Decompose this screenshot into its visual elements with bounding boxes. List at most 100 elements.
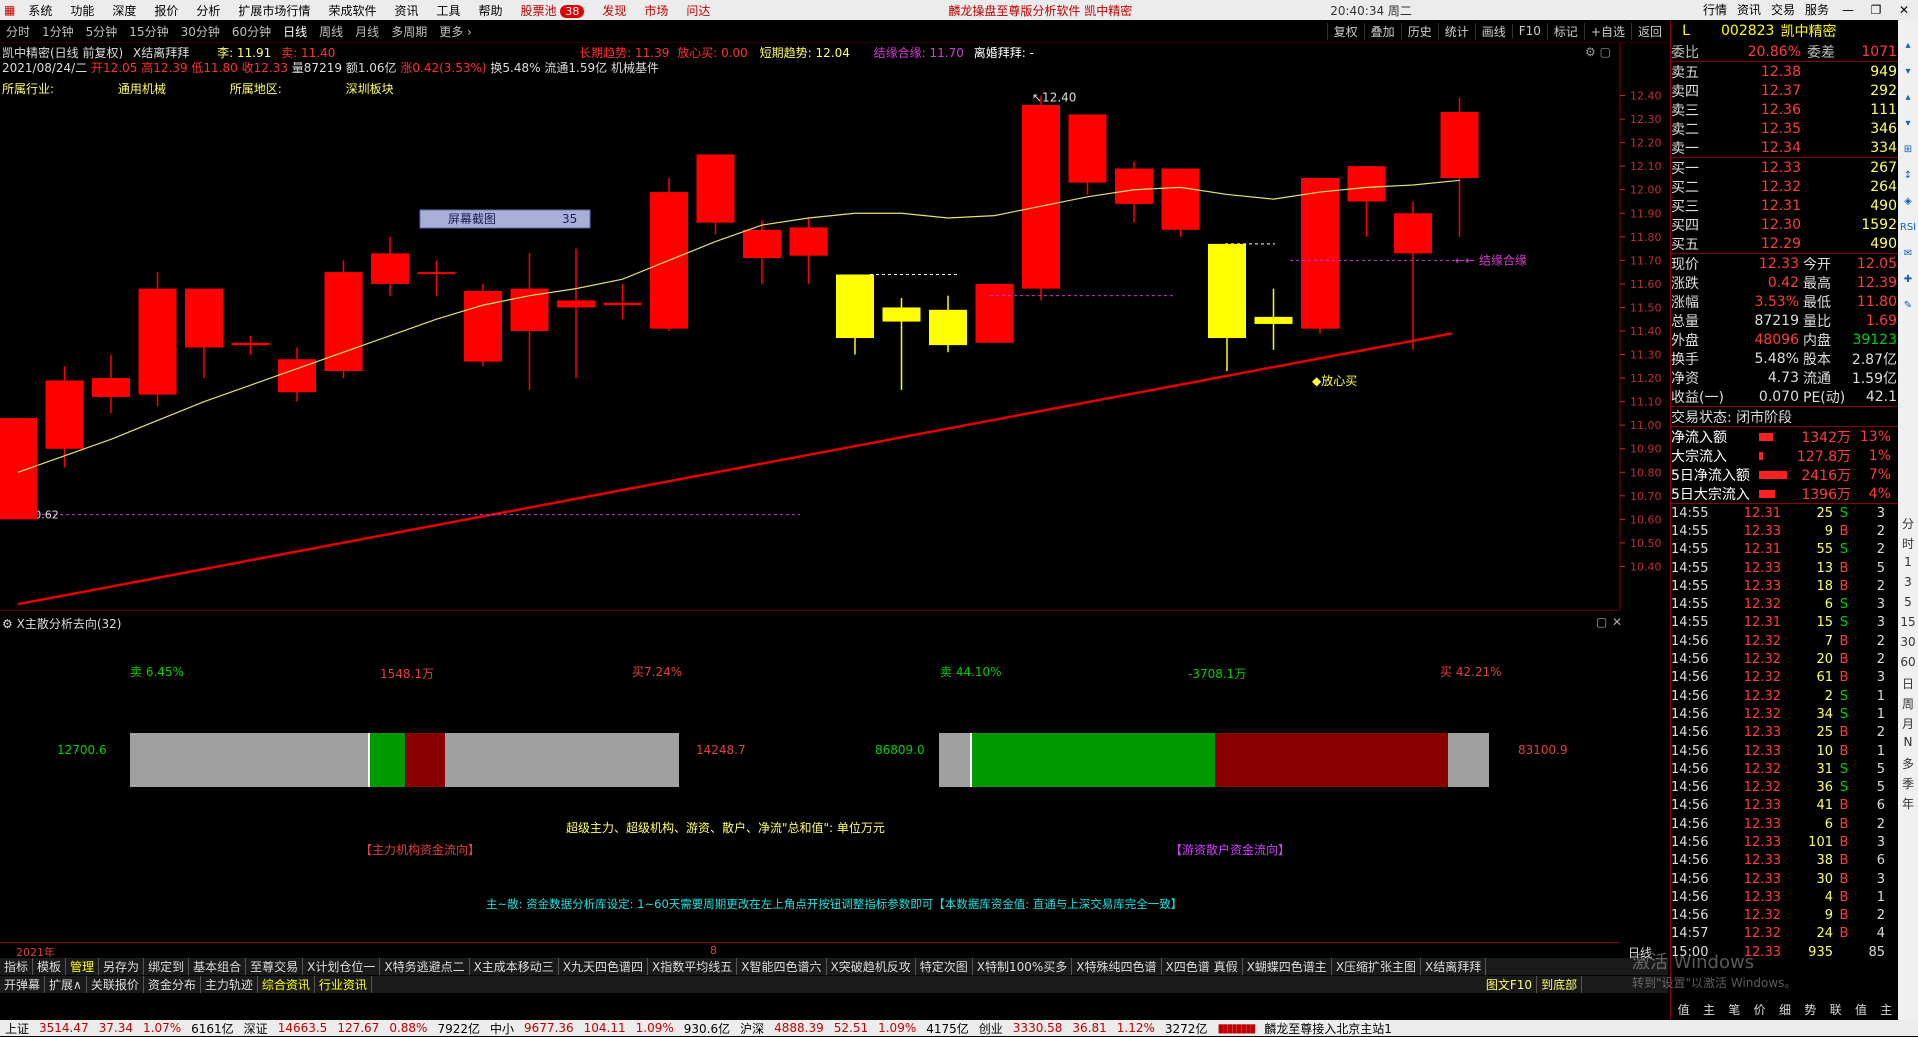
settings-icon[interactable]: ⚙ bbox=[2, 617, 13, 631]
tab[interactable]: X指数平均线五 bbox=[648, 958, 738, 975]
menu-item-help[interactable]: 帮助 bbox=[469, 2, 511, 19]
tab[interactable]: X九天四色谱四 bbox=[559, 958, 649, 975]
tick-tab[interactable]: 势 bbox=[1798, 1001, 1823, 1018]
period-tab[interactable]: 多周期 bbox=[385, 23, 433, 40]
menu-item-depth[interactable]: 深度 bbox=[103, 2, 145, 19]
tick-tab[interactable]: 主 bbox=[1696, 1001, 1721, 1018]
index-name[interactable]: 深证 bbox=[239, 1020, 273, 1037]
side-period-button[interactable]: 30 bbox=[1898, 635, 1918, 649]
tab[interactable]: 综合资讯 bbox=[258, 976, 315, 993]
menu-item-quote[interactable]: 报价 bbox=[145, 2, 187, 19]
candle-body[interactable] bbox=[882, 307, 921, 322]
screenshot-tooltip[interactable]: 屏幕截图 35 bbox=[419, 209, 591, 229]
minimize-icon[interactable]: — bbox=[1834, 0, 1862, 20]
tick-tab[interactable]: 价 bbox=[1747, 1001, 1772, 1018]
menu-item-software[interactable]: 荣成软件 bbox=[319, 2, 385, 19]
candle-body[interactable] bbox=[557, 300, 595, 308]
toolbar-icon[interactable]: ⊞ bbox=[1898, 144, 1918, 155]
toolbar-icon[interactable]: ▾ bbox=[1898, 66, 1918, 77]
candle-body[interactable] bbox=[324, 272, 363, 372]
period-tab[interactable]: 5分钟 bbox=[80, 23, 124, 40]
tab[interactable]: X压缩扩张主图 bbox=[1332, 958, 1422, 975]
index-name[interactable]: 创业 bbox=[974, 1020, 1008, 1037]
candle-body[interactable] bbox=[1208, 243, 1246, 339]
menu-item-tools[interactable]: 工具 bbox=[427, 2, 469, 19]
tick-tab[interactable]: 笔 bbox=[1722, 1001, 1747, 1018]
btn-service[interactable]: 服务 bbox=[1800, 0, 1834, 20]
candle-body[interactable] bbox=[1022, 104, 1060, 289]
side-period-button[interactable]: 多 bbox=[1898, 755, 1918, 772]
tab[interactable]: 指标 bbox=[0, 958, 34, 975]
tab[interactable]: X四色谱 真假 bbox=[1162, 958, 1243, 975]
period-tab[interactable]: 分时 bbox=[0, 23, 36, 40]
candle-body[interactable] bbox=[231, 342, 270, 346]
period-tab-daily[interactable]: 日线 bbox=[277, 23, 313, 40]
tick-tab[interactable]: 主 bbox=[1874, 1001, 1899, 1018]
tab[interactable]: X结离拜拜 bbox=[1421, 958, 1487, 975]
tab[interactable]: X主成本移动三 bbox=[470, 958, 559, 975]
candle-body[interactable] bbox=[603, 302, 642, 306]
tool-adjust[interactable]: 复权 bbox=[1326, 22, 1364, 40]
menu-item-extmarket[interactable]: 扩展市场行情 bbox=[229, 2, 319, 19]
candle-body[interactable] bbox=[417, 272, 456, 275]
tab[interactable]: X蝴蝶四色谱主 bbox=[1243, 958, 1332, 975]
side-period-button[interactable]: N bbox=[1898, 735, 1918, 749]
tab[interactable]: X智能四色谱六 bbox=[737, 958, 827, 975]
candle-body[interactable] bbox=[975, 283, 1014, 343]
toolbar-icon[interactable]: ✚ bbox=[1898, 274, 1918, 285]
toolbar-icon[interactable]: ↕ bbox=[1898, 170, 1918, 181]
close-panel-icon[interactable]: ✕ bbox=[1612, 615, 1622, 629]
candle-body[interactable] bbox=[836, 274, 874, 339]
period-tab[interactable]: 1分钟 bbox=[36, 23, 80, 40]
toolbar-icon[interactable]: ▴ bbox=[1898, 92, 1918, 103]
period-tab[interactable]: 30分钟 bbox=[175, 23, 226, 40]
tab[interactable]: X特务逃避点二 bbox=[380, 958, 470, 975]
tab[interactable]: 特定次图 bbox=[916, 958, 973, 975]
bid-row[interactable]: 买一 12.33 267 bbox=[1671, 158, 1899, 177]
candle-body[interactable] bbox=[464, 290, 502, 362]
tool-back[interactable]: 返回 bbox=[1630, 22, 1668, 40]
toolbar-icon[interactable]: ◈ bbox=[1898, 196, 1918, 207]
index-name[interactable]: 上证 bbox=[0, 1020, 34, 1037]
tab[interactable]: 另存为 bbox=[99, 958, 145, 975]
side-period-button[interactable]: 日 bbox=[1898, 675, 1918, 692]
close-icon[interactable]: ✕ bbox=[1890, 0, 1918, 20]
tool-stats[interactable]: 统计 bbox=[1437, 22, 1475, 40]
side-period-button[interactable]: 分 bbox=[1898, 515, 1918, 532]
candle-body[interactable] bbox=[1115, 168, 1153, 204]
menu-item-news[interactable]: 资讯 bbox=[385, 2, 427, 19]
to-bottom-button[interactable]: 到底部 bbox=[1537, 976, 1583, 993]
tool-overlay[interactable]: 叠加 bbox=[1363, 22, 1401, 40]
tick-tab[interactable]: 细 bbox=[1772, 1001, 1797, 1018]
side-period-button[interactable]: 时 bbox=[1898, 535, 1918, 552]
ask-row[interactable]: 卖一 12.34 334 bbox=[1671, 138, 1899, 157]
index-name[interactable]: 沪深 bbox=[735, 1020, 769, 1037]
bid-row[interactable]: 买三 12.31 490 bbox=[1671, 196, 1899, 215]
tool-add-watch[interactable]: +自选 bbox=[1583, 22, 1631, 40]
candle-body[interactable] bbox=[1347, 166, 1386, 202]
index-name[interactable]: 中小 bbox=[485, 1020, 519, 1037]
tab[interactable]: 主力轨迹 bbox=[201, 976, 258, 993]
btn-trade[interactable]: 交易 bbox=[1766, 0, 1800, 20]
tab[interactable]: X特殊纯四色谱 bbox=[1072, 958, 1162, 975]
side-period-button[interactable]: 季 bbox=[1898, 775, 1918, 792]
ask-row[interactable]: 卖三 12.36 111 bbox=[1671, 100, 1899, 119]
btn-market[interactable]: 行情 bbox=[1698, 0, 1732, 20]
candle-body[interactable] bbox=[92, 378, 130, 397]
tab[interactable]: 开弹幕 bbox=[0, 976, 46, 993]
toolbar-icon[interactable]: ✉ bbox=[1898, 248, 1918, 259]
tab[interactable]: X特制100%买多 bbox=[973, 958, 1073, 975]
side-period-button[interactable]: 周 bbox=[1898, 695, 1918, 712]
bid-row[interactable]: 买四 12.30 1592 bbox=[1671, 215, 1899, 234]
candle-body[interactable] bbox=[789, 227, 828, 256]
tab[interactable]: X计划仓位一 bbox=[303, 958, 381, 975]
tab-manage[interactable]: 管理 bbox=[66, 958, 100, 975]
toolbar-icon[interactable]: RSI bbox=[1898, 222, 1918, 233]
period-tab-more[interactable]: 更多 › bbox=[433, 23, 478, 40]
candle-body[interactable] bbox=[1440, 112, 1479, 178]
candle-body[interactable] bbox=[929, 309, 967, 346]
tab[interactable]: 绑定到 bbox=[144, 958, 190, 975]
menu-item-stockpool[interactable]: 股票池 38 bbox=[512, 2, 594, 19]
menu-item-discover[interactable]: 发现 bbox=[593, 2, 635, 19]
period-tab[interactable]: 15分钟 bbox=[123, 23, 174, 40]
